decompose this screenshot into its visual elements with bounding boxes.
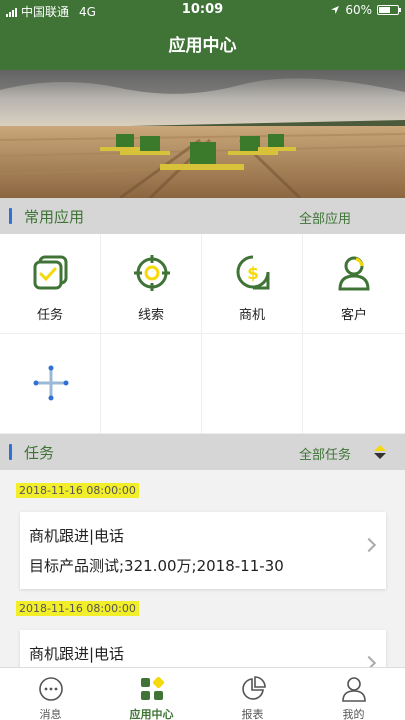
empty-cell	[101, 334, 202, 434]
tab-bar: 消息 应用中心 报表 我的	[0, 667, 405, 720]
task-title: 商机跟进|电话	[29, 645, 125, 663]
empty-cell	[303, 334, 405, 434]
app-leads[interactable]: 线索	[101, 234, 202, 334]
app-task-label: 任务	[36, 308, 63, 323]
customer-icon	[338, 256, 370, 291]
task-date: 2018-11-16 08:00:00	[16, 483, 139, 498]
tab-label: 我的	[342, 708, 365, 720]
section-marker	[9, 444, 12, 460]
section-marker	[9, 208, 12, 224]
apps-section-title: 常用应用	[24, 208, 85, 226]
tab-mine[interactable]: 我的	[303, 668, 404, 720]
dollar-chat-icon: $	[236, 255, 270, 290]
task-card[interactable]: 商机跟进|电话 目标产品测试;321.00万;2018-11-30	[20, 512, 386, 589]
tasks-section-title: 任务	[24, 444, 55, 462]
all-apps-link[interactable]: 全部应用	[299, 208, 351, 227]
app-opportunity[interactable]: $ 商机	[202, 234, 303, 334]
apps-icon	[141, 676, 165, 700]
all-tasks-link[interactable]: 全部任务	[299, 444, 351, 463]
chat-icon	[39, 677, 63, 701]
status-bar: 中国联通 4G 10:09 60%	[0, 0, 405, 22]
chevron-right-icon	[361, 537, 377, 553]
page-title: 应用中心	[0, 22, 405, 70]
svg-text:$: $	[247, 264, 259, 284]
empty-cell	[202, 334, 303, 434]
tab-messages[interactable]: 消息	[0, 668, 101, 720]
app-leads-label: 线索	[137, 308, 164, 323]
task-detail: 目标产品测试;321.00万;2018-11-30	[29, 557, 284, 575]
app-customer-label: 客户	[340, 308, 367, 323]
location-icon	[331, 6, 340, 14]
tab-reports[interactable]: 报表	[202, 668, 303, 720]
app-opportunity-label: 商机	[238, 308, 265, 323]
app-customer[interactable]: 客户	[303, 234, 405, 334]
task-date: 2018-11-16 08:00:00	[16, 601, 139, 616]
add-app-button[interactable]	[0, 334, 101, 434]
tab-label: 应用中心	[129, 708, 174, 720]
pie-chart-icon	[242, 676, 266, 700]
plus-icon	[33, 365, 69, 401]
app-task[interactable]: 任务	[0, 234, 101, 334]
task-title: 商机跟进|电话	[29, 527, 125, 545]
task-icon	[33, 255, 68, 290]
sort-icon[interactable]	[373, 444, 387, 460]
battery-icon	[377, 5, 401, 15]
battery-percent: 60%	[345, 3, 372, 17]
tab-label: 消息	[39, 708, 62, 720]
user-icon	[342, 677, 366, 702]
banner-image	[0, 70, 405, 198]
tab-label: 报表	[241, 708, 264, 720]
target-icon	[134, 255, 170, 291]
apps-grid: 任务 线索 $ 商机 客户	[0, 234, 405, 434]
apps-section-header: 常用应用 全部应用	[0, 198, 405, 234]
tasks-section-header: 任务 全部任务	[0, 434, 405, 470]
tab-app-center[interactable]: 应用中心	[101, 668, 202, 720]
